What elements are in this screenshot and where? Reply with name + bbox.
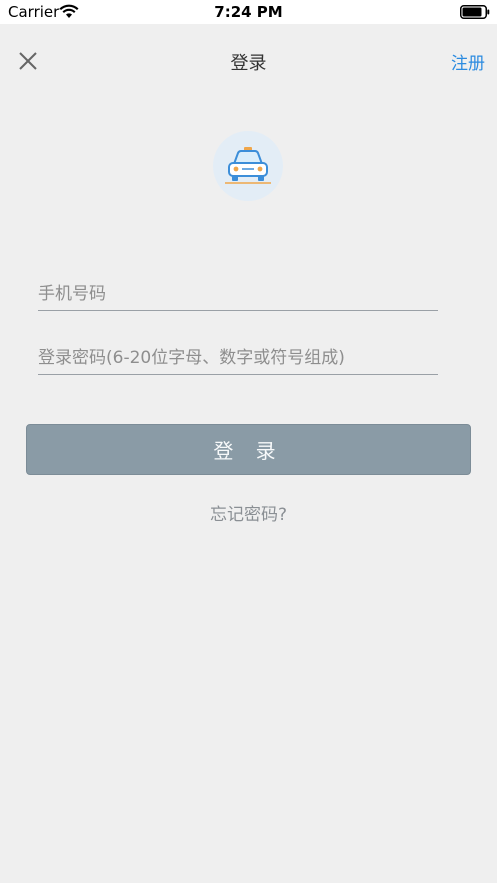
clock: 7:24 PM [214,3,283,21]
status-bar: Carrier 7:24 PM [0,0,497,24]
login-button[interactable]: 登 录 [26,424,471,475]
taxi-icon [213,131,283,201]
battery-icon [460,5,490,19]
phone-input[interactable] [38,277,438,310]
password-field [38,341,438,375]
phone-field [38,277,438,311]
navigation-bar: 登录 注册 [0,24,497,96]
page-title: 登录 [230,53,267,74]
forgot-password-link[interactable]: 忘记密码? [0,500,497,525]
password-input[interactable] [38,341,438,374]
register-button[interactable]: 注册 [451,49,485,74]
